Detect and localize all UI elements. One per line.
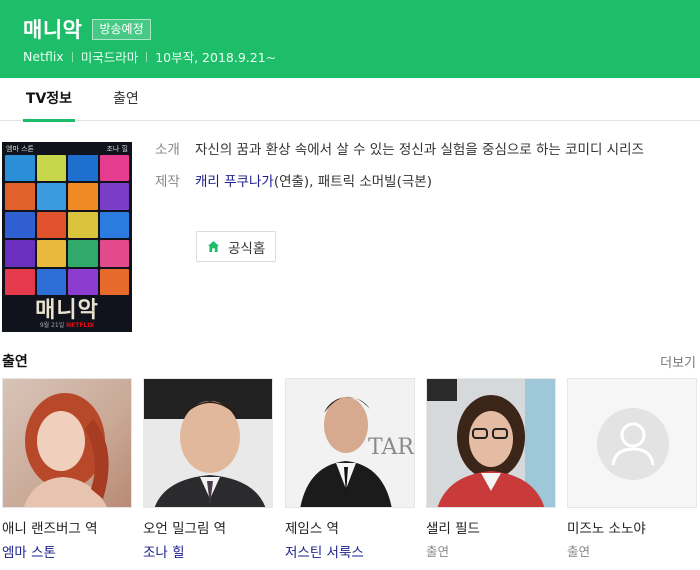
genre-label: 미국드라마 [80,50,139,65]
actor-photo[interactable] [567,378,697,508]
cast-actor-link[interactable]: 저스틴 서룩스 [285,541,415,561]
production-row: 제작 캐리 푸쿠나가(연출), 패트릭 소머빌(극본) [155,172,655,192]
writer-role: (극본) [396,174,432,190]
writer-name[interactable]: 패트릭 소머빌 [318,174,397,190]
actor-portrait-shape: TAR [300,396,415,507]
status-badge: 방송예정 [92,18,151,40]
divider [146,51,148,62]
actor-photo[interactable] [426,378,556,508]
actor-portrait-shape [427,379,555,507]
header-banner: 매니악 방송예정 Netflix 미국드라마 10부작, 2018.9.21~ [0,0,700,78]
cast-actor-label: 출연 [426,544,450,559]
person-placeholder-icon [597,408,669,480]
tab-bar: TV정보 출연 [0,78,700,122]
cast-role: 오언 밀그림 역 [143,521,227,537]
tab-cast[interactable]: 출연 [113,78,139,121]
cast-actor-label: 출연 [567,544,591,559]
director-link[interactable]: 캐리 푸쿠나가 [195,174,274,190]
cast-role: 미즈노 소노야 [567,521,646,537]
actor-photo[interactable] [2,378,132,508]
tab-tv-info[interactable]: TV정보 [23,78,75,122]
more-link[interactable]: 더보기 [660,352,696,371]
intro-text: 자신의 꿈과 환상 속에서 살 수 있는 정신과 실험을 중심으로 하는 코미디… [195,142,644,158]
episodes-date-label: 10부작, 2018.9.21~ [155,50,277,65]
network-label: Netflix [23,49,64,64]
actor-portrait-shape [144,379,272,507]
divider [71,51,73,62]
poster-image[interactable]: 엠마 스톤 조나 힐 매니악 9월 21일 NETFLIX [2,142,132,332]
intro-row: 소개 자신의 꿈과 환상 속에서 살 수 있는 정신과 실험을 중심으로 하는 … [155,140,655,160]
cast-card[interactable]: 미즈노 소노야 출연 [567,378,697,560]
production-value: 캐리 푸쿠나가(연출), 패트릭 소머빌(극본) [195,172,432,192]
intro-label: 소개 [155,142,180,158]
poster-credit-left: 엠마 스톤 [6,145,34,153]
page-title: 매니악 [23,18,83,42]
actor-photo[interactable] [143,378,273,508]
cast-role: 샐리 필드 [426,521,480,537]
actor-photo[interactable]: TAR [285,378,415,508]
cast-actor-link[interactable]: 엠마 스톤 [2,541,132,561]
svg-text:TAR: TAR [368,435,415,460]
cast-actor-link[interactable]: 조나 힐 [143,541,273,561]
home-icon [208,241,219,252]
poster-credit-right: 조나 힐 [106,145,128,153]
poster-date: 9월 21일 [39,322,65,329]
poster-brand: NETFLIX [66,322,95,329]
meta-row: Netflix 미국드라마 10부작, 2018.9.21~ [23,47,276,66]
homepage-label: 공식홈 [228,240,266,257]
production-label: 제작 [155,174,180,190]
info-panel: 소개 자신의 꿈과 환상 속에서 살 수 있는 정신과 실험을 중심으로 하는 … [155,140,655,262]
homepage-button[interactable]: 공식홈 [196,231,277,262]
actor-portrait-shape [23,393,109,507]
title-row: 매니악 방송예정 [23,14,151,44]
cast-section-title: 출연 [2,354,28,370]
poster-collage [5,155,129,295]
cast-card[interactable]: 애니 랜즈버그 역 엠마 스톤 [2,378,132,561]
cast-card[interactable]: 오언 밀그림 역 조나 힐 [143,378,273,561]
cast-card[interactable]: 샐리 필드 출연 [426,378,556,560]
poster-credits: 엠마 스톤 조나 힐 [2,142,132,154]
poster-footer: 9월 21일 NETFLIX [2,320,132,329]
cast-card[interactable]: TAR 제임스 역 저스틴 서룩스 [285,378,415,561]
director-role: (연출), [273,174,318,190]
cast-role: 애니 랜즈버그 역 [2,521,98,537]
cast-role: 제임스 역 [285,521,339,537]
